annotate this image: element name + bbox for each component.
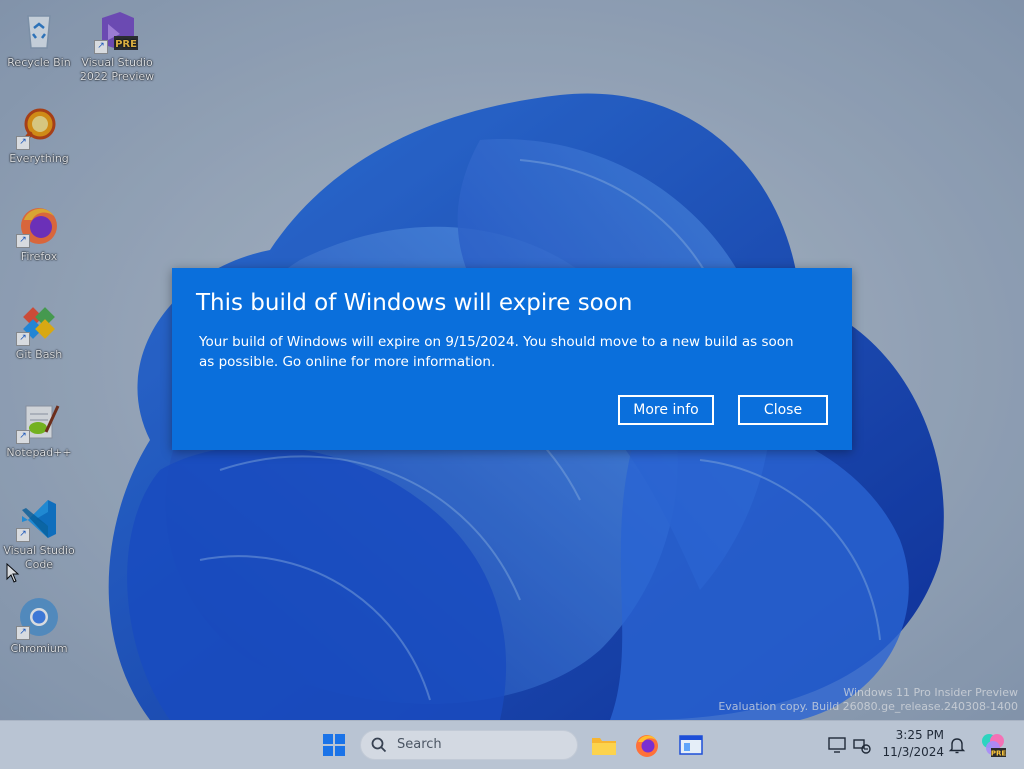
shortcut-arrow-icon: ↗ (16, 136, 30, 150)
pre-badge: PRE (115, 39, 137, 50)
watermark-edition: Windows 11 Pro Insider Preview (843, 686, 1018, 699)
start-icon[interactable] (322, 733, 346, 757)
desktop-icon-label: Recycle Bin (7, 56, 71, 69)
dialog-title: This build of Windows will expire soon (196, 290, 633, 316)
search-placeholder: Search (397, 737, 442, 752)
search-icon (371, 737, 387, 753)
shortcut-arrow-icon: ↗ (94, 40, 108, 54)
desktop-icon-firefox[interactable]: ↗ Firefox (0, 202, 78, 264)
svg-text:PRE: PRE (991, 750, 1006, 758)
display-icon[interactable] (828, 736, 846, 754)
desktop-icon-label: Notepad++ (6, 446, 72, 459)
watermark-build: Evaluation copy. Build 26080.ge_release.… (718, 700, 1018, 713)
more-info-button[interactable]: More info (618, 395, 714, 425)
copilot-pre-icon[interactable]: PRE (980, 732, 1006, 758)
shortcut-arrow-icon: ↗ (16, 430, 30, 444)
evaluation-watermark: Windows 11 Pro Insider Preview Evaluatio… (718, 686, 1018, 714)
desktop-icon-label: Chromium (10, 642, 68, 655)
clock-time: 3:25 PM (895, 728, 944, 742)
desktop-icon-label: Everything (9, 152, 69, 165)
desktop-icon-everything[interactable]: ↗ Everything (0, 104, 78, 166)
desktop-icon-recycle-bin[interactable]: Recycle Bin (0, 8, 78, 70)
desktop-icon-visual-studio-preview[interactable]: PRE ↗ Visual Studio 2022 Preview (78, 8, 156, 84)
clock-date: 11/3/2024 (882, 745, 944, 759)
taskbar-clock[interactable]: 3:25 PM 11/3/2024 (880, 727, 944, 761)
desktop-icon-chromium[interactable]: ↗ Chromium (0, 594, 78, 656)
firefox-icon[interactable] (634, 732, 660, 758)
desktop-icon-notepad-plus-plus[interactable]: ↗ Notepad++ (0, 398, 78, 460)
desktop-icon-git-bash[interactable]: ↗ Git Bash (0, 300, 78, 362)
desktop-icon-label: Firefox (20, 250, 58, 263)
network-icon[interactable] (853, 736, 871, 754)
shortcut-arrow-icon: ↗ (16, 528, 30, 542)
desktop-icon-label: Visual Studio 2022 Preview (79, 56, 155, 83)
expiry-dialog: This build of Windows will expire soon Y… (172, 268, 852, 450)
desktop-icon-label: Git Bash (15, 348, 63, 361)
shortcut-arrow-icon: ↗ (16, 626, 30, 640)
dialog-message: Your build of Windows will expire on 9/1… (199, 334, 794, 370)
shortcut-arrow-icon: ↗ (16, 332, 30, 346)
mouse-cursor-icon (6, 563, 20, 583)
recycle-bin-icon (27, 15, 51, 49)
notification-bell-icon[interactable] (948, 736, 966, 754)
taskbar-search[interactable]: Search (360, 730, 578, 760)
file-explorer-icon[interactable] (591, 733, 617, 757)
desktop-icon-vscode[interactable]: ↗ Visual Studio Code (0, 496, 78, 572)
close-button[interactable]: Close (738, 395, 828, 425)
app-window-icon[interactable] (679, 733, 703, 757)
shortcut-arrow-icon: ↗ (16, 234, 30, 248)
taskbar: Search 3:25 PM 11/3/2024 PRE (0, 720, 1024, 769)
